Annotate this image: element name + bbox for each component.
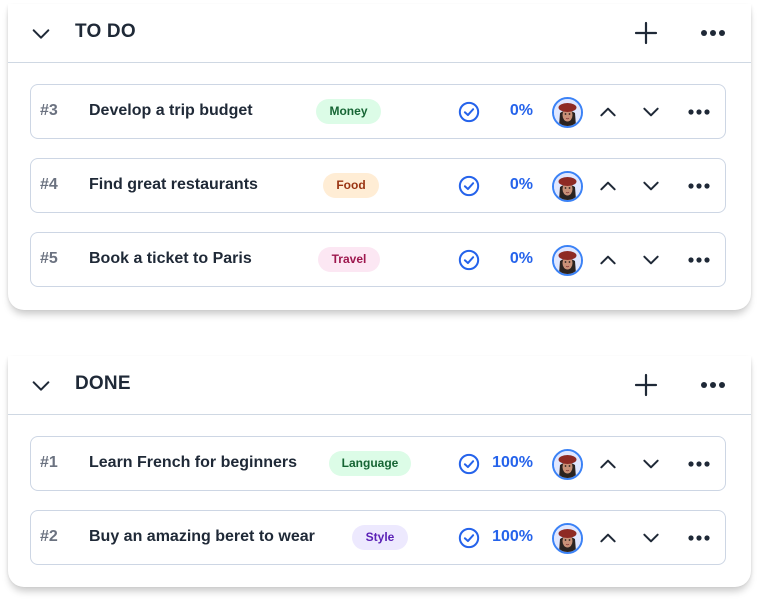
tag-badge: Money (316, 99, 381, 124)
chevron-up-icon[interactable] (598, 528, 618, 548)
progress-percent: 0% (509, 102, 533, 119)
task-title: Book a ticket to Paris (89, 250, 252, 267)
chevron-down-icon[interactable] (641, 102, 661, 122)
more-horizontal-icon[interactable] (688, 255, 710, 265)
task-number: #3 (40, 102, 58, 119)
more-horizontal-icon[interactable] (688, 459, 710, 469)
task-row[interactable]: #1 Learn French for beginners Language 1… (30, 436, 726, 491)
avatar-image-icon (554, 247, 581, 274)
plus-icon[interactable] (634, 373, 658, 397)
chevron-down-icon[interactable] (30, 23, 52, 45)
task-title: Learn French for beginners (89, 454, 298, 471)
more-horizontal-icon[interactable] (700, 28, 726, 38)
avatar-image-icon (554, 173, 581, 200)
task-number: #5 (40, 250, 58, 267)
tag-badge: Food (323, 173, 379, 198)
section-title: TO DO (75, 21, 136, 42)
avatar[interactable] (552, 171, 583, 202)
more-horizontal-icon[interactable] (688, 533, 710, 543)
task-row[interactable]: #2 Buy an amazing beret to wear Style 10… (30, 510, 726, 565)
progress-percent: 0% (509, 176, 533, 193)
section-title: DONE (75, 373, 131, 394)
task-number: #1 (40, 454, 58, 471)
avatar[interactable] (552, 245, 583, 276)
progress-percent: 100% (492, 454, 533, 471)
more-horizontal-icon[interactable] (688, 181, 710, 191)
chevron-up-icon[interactable] (598, 102, 618, 122)
task-list: #3 Develop a trip budget Money 0% #4 Fin… (30, 84, 726, 306)
avatar[interactable] (552, 523, 583, 554)
chevron-up-icon[interactable] (598, 250, 618, 270)
task-row[interactable]: #3 Develop a trip budget Money 0% (30, 84, 726, 139)
task-row[interactable]: #5 Book a ticket to Paris Travel 0% (30, 232, 726, 287)
avatar[interactable] (552, 97, 583, 128)
section-header: TO DO (8, 4, 751, 63)
chevron-down-icon[interactable] (641, 528, 661, 548)
progress-percent: 100% (492, 528, 533, 545)
avatar[interactable] (552, 449, 583, 480)
chevron-down-icon[interactable] (641, 176, 661, 196)
task-number: #2 (40, 528, 58, 545)
done-section: DONE #1 Learn French for beginners Langu… (8, 356, 751, 587)
task-number: #4 (40, 176, 58, 193)
task-list: #1 Learn French for beginners Language 1… (30, 436, 726, 584)
progress-percent: 0% (509, 250, 533, 267)
avatar-image-icon (554, 525, 581, 552)
chevron-down-icon[interactable] (641, 250, 661, 270)
task-row[interactable]: #4 Find great restaurants Food 0% (30, 158, 726, 213)
task-title: Develop a trip budget (89, 102, 253, 119)
avatar-image-icon (554, 99, 581, 126)
chevron-up-icon[interactable] (598, 454, 618, 474)
task-title: Find great restaurants (89, 176, 258, 193)
tag-badge: Style (352, 525, 408, 550)
plus-icon[interactable] (634, 21, 658, 45)
chevron-down-icon[interactable] (641, 454, 661, 474)
chevron-up-icon[interactable] (598, 176, 618, 196)
more-horizontal-icon[interactable] (688, 107, 710, 117)
avatar-image-icon (554, 451, 581, 478)
tag-badge: Language (329, 451, 411, 476)
chevron-down-icon[interactable] (30, 375, 52, 397)
todo-section: TO DO #3 Develop a trip budget Money 0% … (8, 4, 751, 310)
task-title: Buy an amazing beret to wear (89, 528, 315, 545)
section-header: DONE (8, 356, 751, 415)
tag-badge: Travel (318, 247, 380, 272)
more-horizontal-icon[interactable] (700, 380, 726, 390)
